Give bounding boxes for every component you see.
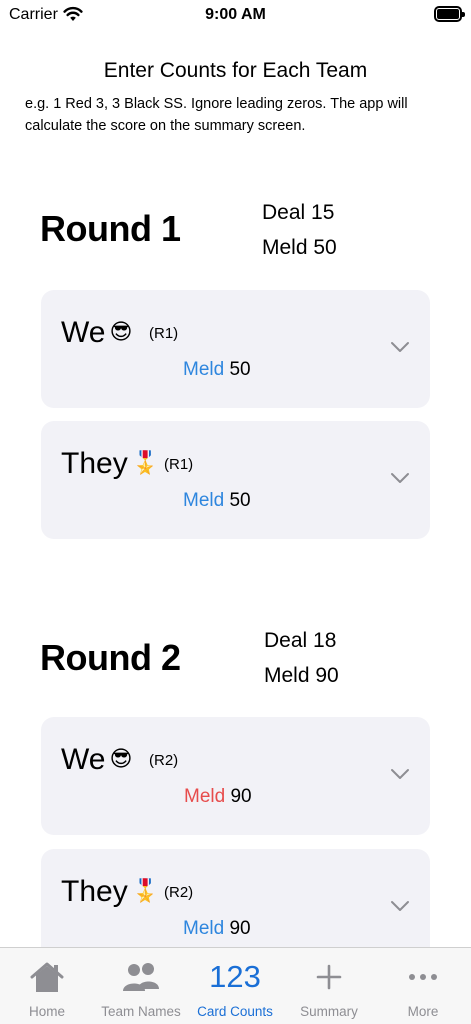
- meld-value: 50: [229, 490, 251, 511]
- sunglasses-emoji-icon: 😎: [109, 746, 133, 771]
- meld-value: 90: [229, 918, 251, 939]
- tab-summary[interactable]: Summary: [282, 948, 376, 1024]
- tab-more[interactable]: More: [376, 948, 470, 1024]
- number-123-icon: 123: [209, 959, 261, 994]
- tab-label: More: [407, 1004, 439, 1019]
- round-deal: Deal 18: [264, 629, 337, 652]
- tab-card-counts[interactable]: 123 Card Counts: [188, 948, 282, 1024]
- team-meld: Meld 90: [183, 918, 251, 940]
- house-icon: [0, 958, 94, 996]
- sunglasses-emoji-icon: 😎: [109, 319, 133, 344]
- ellipsis-icon: [376, 958, 470, 996]
- round-meld: Meld 50: [262, 236, 337, 259]
- round-info: Deal 15 Meld 50: [262, 195, 337, 265]
- chevron-down-icon[interactable]: [390, 471, 410, 485]
- meld-value: 50: [229, 359, 251, 380]
- meld-label: Meld: [184, 786, 226, 807]
- meld-label: Meld: [183, 918, 225, 939]
- meld-label: Meld: [183, 490, 225, 511]
- tab-label: Team Names: [101, 1004, 181, 1019]
- chevron-down-icon[interactable]: [390, 767, 410, 781]
- status-bar: Carrier 9:00 AM: [0, 0, 471, 34]
- round-tag: (R1): [164, 456, 194, 473]
- team-name: They 🎖️: [61, 447, 160, 480]
- instructions-text: e.g. 1 Red 3, 3 Black SS. Ignore leading…: [25, 96, 408, 134]
- round-title: Round 2: [40, 637, 181, 678]
- round-tag: (R2): [149, 752, 179, 769]
- plus-icon: [282, 958, 376, 996]
- tab-label: Home: [28, 1004, 65, 1019]
- tab-label: Summary: [300, 1004, 358, 1019]
- team-name: They 🎖️: [61, 875, 160, 908]
- clock: 9:00 AM: [205, 6, 266, 23]
- team-name: We 😎: [61, 743, 133, 776]
- team-meld: Meld 50: [183, 359, 251, 381]
- battery-icon: [434, 6, 465, 22]
- card-counts-screen: Carrier 9:00 AM Enter Counts for Each Te…: [0, 0, 471, 1024]
- team-name: We 😎: [61, 316, 133, 349]
- chevron-down-icon[interactable]: [390, 899, 410, 913]
- chevron-down-icon[interactable]: [390, 340, 410, 354]
- round-tag: (R1): [149, 325, 179, 342]
- tab-bar: Home Team Names 123 Card Counts Summary …: [0, 947, 471, 1024]
- page-title: Enter Counts for Each Team: [103, 59, 368, 82]
- tab-team-names[interactable]: Team Names: [94, 948, 188, 1024]
- round-meld: Meld 90: [264, 664, 339, 687]
- tab-label: Card Counts: [197, 1004, 273, 1019]
- round-deal: Deal 15: [262, 201, 335, 224]
- round-title: Round 1: [40, 208, 181, 249]
- meld-value: 90: [230, 786, 252, 807]
- tab-home[interactable]: Home: [0, 948, 94, 1024]
- team-card-we-round-1[interactable]: We 😎 (R1) Meld 50: [41, 290, 430, 408]
- team-meld: Meld 90: [184, 786, 252, 808]
- people-icon: [94, 958, 188, 996]
- round-tag: (R2): [164, 884, 194, 901]
- meld-label: Meld: [183, 359, 225, 380]
- medal-emoji-icon: 🎖️: [131, 450, 160, 475]
- medal-emoji-icon: 🎖️: [131, 878, 160, 903]
- round-info: Deal 18 Meld 90: [264, 623, 339, 693]
- team-meld: Meld 50: [183, 490, 251, 512]
- team-card-we-round-2[interactable]: We 😎 (R2) Meld 90: [41, 717, 430, 835]
- team-card-they-round-1[interactable]: They 🎖️ (R1) Meld 50: [41, 421, 430, 539]
